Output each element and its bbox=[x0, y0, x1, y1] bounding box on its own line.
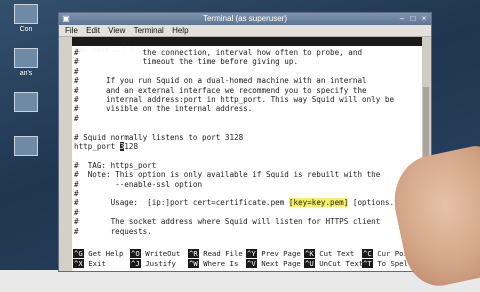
desktop-icon-label: Con bbox=[19, 26, 33, 33]
buffer-line: # internal address:port in http_port. Th… bbox=[74, 95, 395, 104]
buffer-line: # bbox=[74, 207, 79, 217]
shortcut-key: ^U bbox=[304, 259, 315, 268]
shortcut-key: ^G bbox=[73, 249, 84, 258]
terminal-window: Terminal (as superuser) ▣ – □ × File Edi… bbox=[58, 12, 432, 272]
nano-header: GNU nano 2.2.4 File: /etc/squid/squid.co… bbox=[72, 37, 422, 63]
buffer-line: # the connection, interval how often to … bbox=[74, 48, 363, 57]
desktop-icon-home[interactable]: an's bbox=[6, 48, 46, 77]
buffer-line: # --enable-ssl option bbox=[74, 179, 203, 189]
shortcut-uncut-text[interactable]: ^U UnCut Text bbox=[304, 259, 363, 269]
buffer-line: # timeout the time before giving up. bbox=[74, 57, 299, 67]
cursor-line-before: http_port bbox=[74, 142, 120, 151]
window-menu-icon[interactable]: ▣ bbox=[61, 14, 71, 23]
shortcut-key: ^X bbox=[73, 259, 84, 268]
buffer-line: # If you run Squid on a dual-homed machi… bbox=[74, 76, 367, 86]
shortcut-label: Read File bbox=[203, 249, 243, 258]
shortcut-key: ^K bbox=[304, 249, 315, 258]
highlighted-text: [key=key.pem] bbox=[288, 198, 349, 208]
buffer-line: # Squid normally listens to port 3128 bbox=[74, 132, 244, 142]
shortcut-cur-pos[interactable]: ^C Cur Pos bbox=[362, 249, 408, 259]
window-titlebar[interactable]: Terminal (as superuser) ▣ – □ × bbox=[59, 13, 431, 25]
cursor-line-after: 128 bbox=[124, 142, 139, 151]
shortcut-cut-text[interactable]: ^K Cut Text bbox=[304, 249, 354, 259]
shortcut-to-spell[interactable]: ^T To Spell bbox=[362, 259, 412, 269]
shortcut-key: ^T bbox=[362, 259, 373, 268]
buffer-line-cursor: http_port 3128 bbox=[74, 142, 138, 151]
buffer-line: # requests. bbox=[74, 226, 152, 236]
shortcut-key: ^Y bbox=[246, 249, 257, 258]
shortcut-label: Next Page bbox=[261, 259, 301, 268]
shortcut-justify[interactable]: ^J Justify bbox=[130, 259, 176, 269]
desktop-icon-trash[interactable] bbox=[6, 136, 46, 158]
shortcut-get-help[interactable]: ^G Get Help bbox=[73, 249, 123, 259]
shortcut-key: ^R bbox=[188, 249, 199, 258]
maximize-icon[interactable]: □ bbox=[408, 14, 418, 23]
shortcut-read-file[interactable]: ^R Read File bbox=[188, 249, 243, 259]
buffer-line: # bbox=[74, 113, 79, 123]
home-icon bbox=[14, 48, 38, 68]
menu-help[interactable]: Help bbox=[172, 26, 188, 35]
buffer-line: # Note: This option is only available if… bbox=[74, 170, 381, 180]
desktop-icon-label: an's bbox=[19, 70, 33, 77]
window-title: Terminal (as superuser) bbox=[202, 14, 288, 23]
folder-icon bbox=[14, 92, 38, 112]
shortcut-prev-page[interactable]: ^Y Prev Page bbox=[246, 249, 301, 259]
menu-view[interactable]: View bbox=[108, 26, 125, 35]
shortcut-where-is[interactable]: ^W Where Is bbox=[188, 259, 238, 269]
trash-icon bbox=[14, 136, 38, 156]
shortcut-key: ^J bbox=[130, 259, 141, 268]
shortcut-label: Get Help bbox=[88, 249, 124, 258]
close-icon[interactable]: × bbox=[419, 14, 429, 23]
shortcut-label: Justify bbox=[145, 259, 176, 268]
shortcut-writeout[interactable]: ^O WriteOut bbox=[130, 249, 180, 259]
menu-terminal[interactable]: Terminal bbox=[134, 26, 164, 35]
desktop-icon-computer[interactable]: Con bbox=[6, 4, 46, 33]
minimize-icon[interactable]: – bbox=[397, 14, 407, 23]
buffer-line: # and an external interface we recommend… bbox=[74, 85, 367, 95]
shortcut-exit[interactable]: ^X Exit bbox=[73, 259, 106, 269]
desktop-icon-folder[interactable] bbox=[6, 92, 46, 114]
highlight-line-before: # Usage: [ip:]port cert=certificate.pem bbox=[74, 198, 289, 208]
shortcut-label: WriteOut bbox=[145, 249, 181, 258]
buffer-line-highlight: # Usage: [ip:]port cert=certificate.pem … bbox=[74, 198, 408, 208]
shortcut-key: ^O bbox=[130, 249, 141, 258]
terminal-area[interactable]: GNU nano 2.2.4 File: /etc/squid/squid.co… bbox=[72, 37, 422, 271]
shortcut-label: Cut Text bbox=[319, 249, 355, 258]
menu-edit[interactable]: Edit bbox=[86, 26, 100, 35]
buffer-line: # visible on the internal address. bbox=[74, 104, 253, 114]
shortcut-key: ^W bbox=[188, 259, 199, 268]
shortcut-next-page[interactable]: ^V Next Page bbox=[246, 259, 301, 269]
shortcut-label: Where Is bbox=[203, 259, 239, 268]
buffer-line: # bbox=[74, 66, 79, 76]
menu-file[interactable]: File bbox=[65, 26, 78, 35]
buffer-line: # The socket address where Squid will li… bbox=[74, 217, 381, 227]
shortcut-key: ^C bbox=[362, 249, 373, 258]
buffer-line: # bbox=[74, 189, 79, 198]
computer-icon bbox=[14, 4, 38, 24]
buffer-line: # TAG: https_port bbox=[74, 160, 157, 170]
nano-shortcut-bar: ^G Get Help ^O WriteOut ^R Read File ^Y … bbox=[72, 247, 422, 271]
shortcut-label: Exit bbox=[88, 259, 106, 268]
shortcut-label: Prev Page bbox=[261, 249, 301, 258]
shortcut-key: ^V bbox=[246, 259, 257, 268]
menu-bar: File Edit View Terminal Help bbox=[59, 25, 431, 37]
shortcut-label: UnCut Text bbox=[319, 259, 364, 268]
